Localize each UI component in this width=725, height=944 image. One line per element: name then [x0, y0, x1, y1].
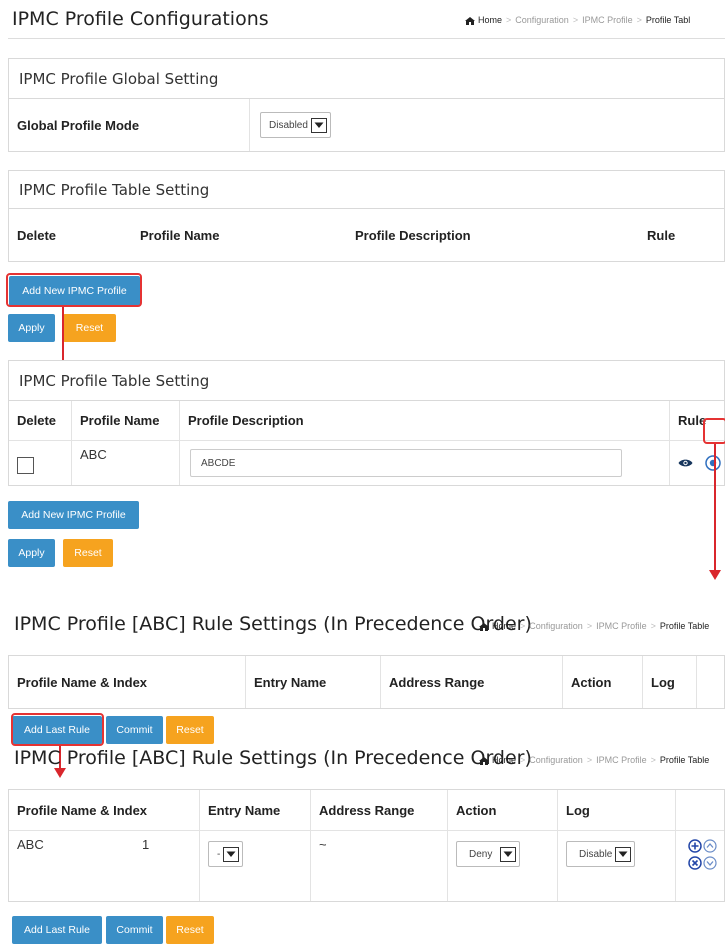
col-action-2: Action [447, 790, 557, 830]
commit-button-2[interactable]: Commit [106, 916, 163, 944]
rules-breadcrumb-configuration[interactable]: Configuration [529, 621, 583, 631]
profile-table-heading-2: IPMC Profile Table Setting [9, 361, 724, 401]
rules-breadcrumb-ipmc-profile[interactable]: IPMC Profile [596, 621, 647, 631]
insert-before-icon[interactable] [688, 839, 702, 853]
col-empty [696, 656, 724, 708]
chevron-down-icon [615, 846, 632, 862]
rules-reset-button[interactable]: Reset [166, 716, 214, 744]
breadcrumb-configuration[interactable]: Configuration [515, 15, 569, 25]
col-profile-name-2: Profile Name [71, 401, 179, 440]
col-profile-name-index-2: Profile Name & Index [17, 802, 148, 818]
col-delete: Delete [17, 227, 57, 243]
profile-table-panel-empty: IPMC Profile Table Setting Delete Profil… [8, 170, 725, 262]
arrow-head-2 [709, 570, 721, 580]
col-address-range: Address Range [380, 656, 562, 708]
breadcrumb-ipmc-profile[interactable]: IPMC Profile [582, 15, 633, 25]
move-up-icon[interactable] [703, 839, 717, 853]
col-action: Action [562, 656, 642, 708]
chevron-down-icon [223, 846, 240, 862]
col-controls [675, 790, 724, 830]
add-new-ipmc-profile-button-2[interactable]: Add New IPMC Profile [8, 501, 139, 529]
page-title: IPMC Profile Configurations [12, 8, 269, 30]
move-down-icon[interactable] [703, 856, 717, 870]
rules-breadcrumb-configuration-2[interactable]: Configuration [529, 755, 583, 765]
col-log-2: Log [557, 790, 675, 830]
col-profile-description-2: Profile Description [179, 401, 669, 440]
reset-button-2[interactable]: Reset [63, 539, 113, 567]
rules-breadcrumb-2: Home > Configuration > IPMC Profile > Pr… [478, 755, 709, 765]
col-profile-description: Profile Description [355, 227, 471, 243]
highlight-add-last-rule [11, 713, 104, 746]
rules-title: IPMC Profile [ABC] Rule Settings (In Pre… [14, 613, 532, 635]
edit-rule-icon[interactable] [705, 455, 721, 471]
rule-profile-name: ABC [17, 837, 44, 852]
rules-table: Profile Name & Index Entry Name Address … [8, 789, 725, 902]
global-profile-mode-select[interactable]: Disabled [260, 112, 331, 138]
delete-rule-icon[interactable] [688, 856, 702, 870]
global-setting-heading: IPMC Profile Global Setting [9, 59, 724, 99]
apply-button[interactable]: Apply [8, 314, 55, 342]
col-rule: Rule [647, 227, 676, 243]
highlight-rule-icon [703, 418, 725, 444]
address-range-cell: ~ [310, 831, 447, 901]
chevron-down-icon [310, 117, 327, 133]
col-entry-name: Entry Name [245, 656, 380, 708]
col-address-range-2: Address Range [310, 790, 447, 830]
apply-button-2[interactable]: Apply [8, 539, 55, 567]
profile-description-input[interactable]: ABCDE [190, 449, 622, 477]
home-icon [465, 16, 475, 25]
profile-table-panel: IPMC Profile Table Setting Delete Profil… [8, 360, 725, 486]
profile-table-heading: IPMC Profile Table Setting [9, 171, 724, 209]
title-divider [8, 38, 725, 39]
arrow-line-2 [714, 444, 716, 572]
rules-breadcrumb-current: Profile Table [659, 621, 710, 631]
col-delete-2: Delete [17, 413, 57, 428]
chevron-down-icon [500, 846, 517, 862]
rules-breadcrumb-home-2[interactable]: Home [478, 755, 516, 765]
col-log: Log [642, 656, 696, 708]
rules-table-empty: Profile Name & Index Entry Name Address … [8, 655, 725, 709]
breadcrumb-home[interactable]: Home [464, 15, 502, 25]
rules-reset-button-2[interactable]: Reset [166, 916, 214, 944]
home-icon [479, 622, 489, 631]
arrow-head-3 [54, 768, 66, 778]
global-profile-mode-label: Global Profile Mode [17, 117, 140, 133]
rules-breadcrumb-ipmc-profile-2[interactable]: IPMC Profile [596, 755, 647, 765]
reset-button[interactable]: Reset [63, 314, 116, 342]
breadcrumb-current: Profile Tabl [645, 15, 691, 25]
home-icon [479, 756, 489, 765]
rule-index: 1 [142, 837, 150, 852]
col-profile-name-index: Profile Name & Index [17, 674, 148, 690]
rules-breadcrumb-home[interactable]: Home [478, 621, 516, 631]
rules-breadcrumb-current-2: Profile Table [659, 755, 710, 765]
delete-checkbox[interactable] [17, 456, 34, 474]
log-select[interactable]: Disable [566, 841, 636, 867]
rules-title-2: IPMC Profile [ABC] Rule Settings (In Pre… [14, 747, 532, 769]
commit-button[interactable]: Commit [106, 716, 163, 744]
global-setting-panel: IPMC Profile Global Setting Global Profi… [8, 58, 725, 152]
col-entry-name-2: Entry Name [199, 790, 310, 830]
eye-icon[interactable] [678, 458, 693, 468]
highlight-add-profile [6, 273, 142, 307]
rules-breadcrumb: Home > Configuration > IPMC Profile > Pr… [478, 621, 709, 631]
breadcrumb: Home > Configuration > IPMC Profile > Pr… [464, 15, 690, 25]
entry-name-select[interactable]: - [208, 841, 244, 867]
profile-name-cell: ABC [71, 441, 179, 485]
action-select[interactable]: Deny [456, 841, 521, 867]
add-last-rule-button-2[interactable]: Add Last Rule [12, 916, 102, 944]
col-profile-name: Profile Name [140, 227, 220, 243]
